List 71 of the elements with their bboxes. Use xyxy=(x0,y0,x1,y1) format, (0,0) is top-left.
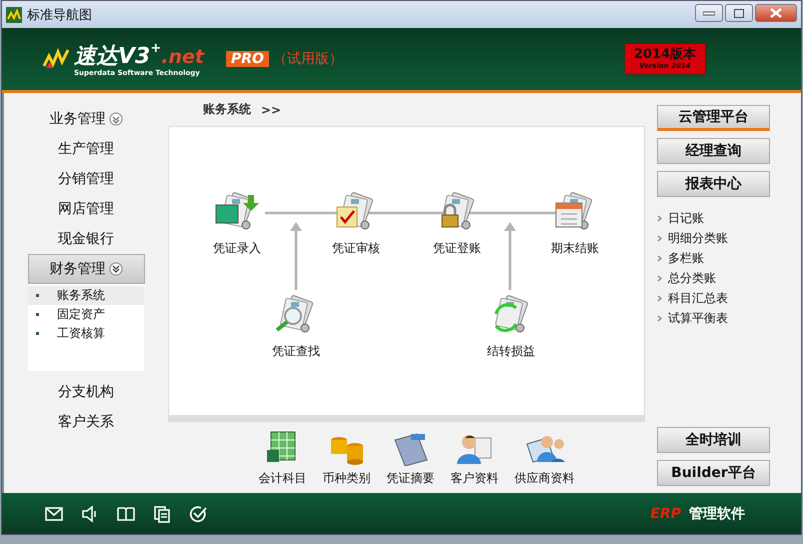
tool-button[interactable]: 客户资料 xyxy=(450,430,498,487)
trial-label: （试用版） xyxy=(272,50,343,68)
logo-name: 速达V3 xyxy=(74,43,150,70)
logo-plus: + xyxy=(150,41,162,56)
sidebar-group[interactable]: 财务管理 xyxy=(28,254,144,284)
nav-button[interactable]: 报表中心 xyxy=(657,171,770,197)
chevron-toggle-icon[interactable] xyxy=(108,262,122,276)
copy-icon[interactable] xyxy=(152,504,172,524)
sidebar-item[interactable]: 网店管理 xyxy=(4,194,168,224)
close-button[interactable] xyxy=(755,4,797,22)
flow-step-link[interactable]: 期末结账 xyxy=(551,240,599,257)
maximize-button[interactable] xyxy=(725,4,753,22)
submenu-label: 账务系统 xyxy=(57,287,105,304)
minimize-icon xyxy=(703,10,715,16)
breadcrumb-label: 账务系统 xyxy=(203,101,251,118)
tool-button[interactable]: 凭证摘要 xyxy=(386,430,434,487)
sidebar-item[interactable]: 生产管理 xyxy=(4,134,168,164)
nav-button[interactable]: 云管理平台 xyxy=(657,105,770,131)
flow-arrow xyxy=(504,222,516,290)
sidebar-item[interactable]: 分支机构 xyxy=(4,377,168,407)
report-link[interactable]: 日记账 xyxy=(657,208,728,228)
bullet-icon xyxy=(36,313,39,316)
submenu-item[interactable]: 工资核算 xyxy=(28,324,144,343)
sidebar-item[interactable]: 现金银行 xyxy=(4,224,168,254)
flow-step-link[interactable]: 凭证审核 xyxy=(332,240,380,257)
chevron-icon xyxy=(657,214,662,222)
report-link[interactable]: 多栏账 xyxy=(657,248,728,268)
chevron-icon xyxy=(657,274,662,282)
sidebar-group[interactable]: 业务管理 xyxy=(4,104,168,134)
tool-button[interactable]: 币种类别 xyxy=(322,430,370,487)
check-icon[interactable] xyxy=(188,504,208,524)
flow-step-link[interactable]: 结转损益 xyxy=(487,343,535,360)
product-label: 管理软件 xyxy=(689,504,745,522)
report-link[interactable]: 试算平衡表 xyxy=(657,308,728,328)
submenu-label: 固定资产 xyxy=(57,306,105,323)
document-stack-icon[interactable] xyxy=(214,189,260,231)
version-title: 2014版本 xyxy=(634,48,696,62)
nav-button[interactable]: Builder平台 xyxy=(657,460,770,486)
sidebar-item[interactable]: 分销管理 xyxy=(4,164,168,194)
logo-icon xyxy=(42,48,70,70)
submenu-item[interactable]: 账务系统 xyxy=(28,286,144,305)
tool-button[interactable]: 供应商资料 xyxy=(514,430,574,487)
report-link[interactable]: 总分类账 xyxy=(657,268,728,288)
app-icon xyxy=(6,6,22,22)
flow-step-link[interactable]: 凭证录入 xyxy=(213,240,261,257)
submenu-label: 工资核算 xyxy=(57,325,105,342)
chevron-toggle-icon[interactable] xyxy=(108,112,122,126)
nav-button[interactable]: 经理查询 xyxy=(657,138,770,164)
chevron-icon xyxy=(657,254,662,262)
sidebar-item[interactable]: 客户关系 xyxy=(4,407,168,437)
chevron-icon xyxy=(657,234,662,242)
flow-arrow xyxy=(290,222,302,290)
window-title: 标准导航图 xyxy=(27,6,93,24)
bullet-icon xyxy=(36,332,39,335)
bullet-icon xyxy=(36,294,39,297)
edition-badge: PRO xyxy=(226,51,269,67)
maximize-icon xyxy=(734,8,744,18)
submenu-item[interactable]: 固定资产 xyxy=(28,305,144,324)
brand-label: ERP xyxy=(650,506,681,522)
breadcrumb-separator: >> xyxy=(261,102,282,116)
minimize-button[interactable] xyxy=(695,4,723,22)
tool-button[interactable]: 会计科目 xyxy=(258,430,306,487)
nav-button[interactable]: 全时培训 xyxy=(657,427,770,453)
chevron-icon xyxy=(657,314,662,322)
chevron-icon xyxy=(657,294,662,302)
logo-suffix: .net xyxy=(161,46,204,68)
close-icon xyxy=(770,8,782,18)
report-link[interactable]: 明细分类账 xyxy=(657,228,728,248)
flow-step-link[interactable]: 凭证登账 xyxy=(433,240,481,257)
flow-step-link[interactable]: 凭证查找 xyxy=(272,343,320,360)
report-link[interactable]: 科目汇总表 xyxy=(657,288,728,308)
